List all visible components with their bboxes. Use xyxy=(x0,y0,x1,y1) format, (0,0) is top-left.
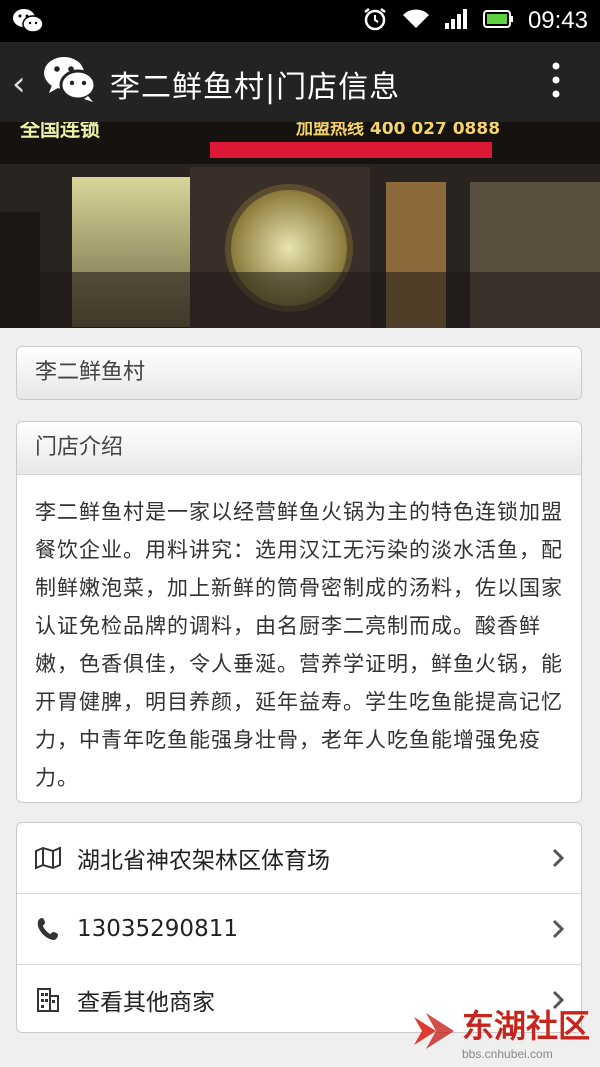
intro-text: 李二鲜鱼村是一家以经营鲜鱼火锅为主的特色连锁加盟餐饮企业。用料讲究：选用汉江无污… xyxy=(35,500,563,790)
intro-heading: 门店介绍 xyxy=(17,422,581,475)
chevron-right-icon xyxy=(551,919,565,943)
page-title: 李二鲜鱼村|门店信息 xyxy=(110,70,401,105)
watermark-brand: 东湖社区 xyxy=(461,1007,590,1045)
chevron-right-icon xyxy=(551,848,565,872)
signal-icon xyxy=(444,8,468,34)
phone-row[interactable]: 13035290811 xyxy=(17,894,581,965)
map-icon xyxy=(33,846,63,870)
store-photo: 全国连锁 加盟热线 400 027 0888 xyxy=(0,122,600,328)
banner-sign-left: 全国连锁 xyxy=(19,122,100,141)
building-icon xyxy=(33,987,63,1013)
other-merchants-text: 查看其他商家 xyxy=(77,990,215,1016)
phone-text: 13035290811 xyxy=(77,916,238,942)
battery-icon xyxy=(482,9,514,33)
back-chevron-icon[interactable]: ‹ xyxy=(12,64,26,104)
store-intro-card: 门店介绍 李二鲜鱼村是一家以经营鲜鱼火锅为主的特色连锁加盟餐饮企业。用料讲究：选… xyxy=(16,421,582,803)
wechat-notification-icon xyxy=(12,8,44,38)
address-row[interactable]: 湖北省神农架林区体育场 xyxy=(17,823,581,894)
action-bar: ‹ 李二鲜鱼村|门店信息 xyxy=(0,42,600,122)
watermark-logo-icon xyxy=(413,1013,454,1049)
watermark-url: bbs.cnhubei.com xyxy=(461,1047,553,1061)
forum-watermark: 东湖社区 bbs.cnhubei.com xyxy=(412,1001,590,1061)
store-name: 李二鲜鱼村 xyxy=(17,347,581,399)
status-time: 09:43 xyxy=(527,7,588,34)
wechat-logo-icon[interactable] xyxy=(42,54,98,108)
status-bar: 09:43 xyxy=(0,0,600,42)
alarm-icon xyxy=(362,6,388,36)
banner-sign-right: 加盟热线 400 027 0888 xyxy=(295,122,500,139)
phone-icon xyxy=(33,917,63,941)
wifi-icon xyxy=(402,8,430,34)
store-name-card: 李二鲜鱼村 xyxy=(16,346,582,400)
more-options-icon[interactable] xyxy=(552,62,560,102)
address-text: 湖北省神农架林区体育场 xyxy=(77,848,330,874)
